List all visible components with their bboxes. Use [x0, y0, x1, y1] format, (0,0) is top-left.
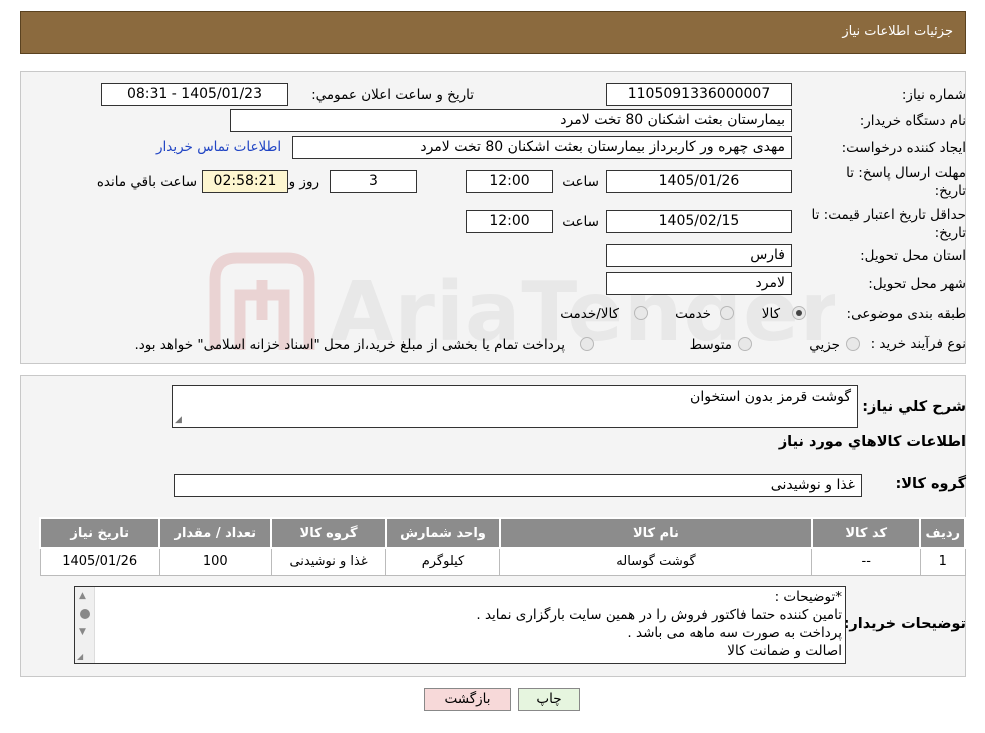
description-text: گوشت قرمز بدون استخوان — [690, 389, 851, 405]
page-title: جزئیات اطلاعات نیاز — [842, 24, 953, 39]
cell-row-number: 1 — [919, 547, 966, 576]
validity-time-field: 12:00 — [466, 210, 553, 233]
process-option-medium: متوسط — [689, 337, 732, 353]
notes-line: پرداخت به صورت سه ماهه می باشد . — [627, 625, 842, 641]
days-label: روز و — [288, 174, 319, 190]
resize-grip-icon[interactable]: ◢ — [175, 416, 182, 425]
goods-group-label: گروه کالا: — [895, 476, 966, 492]
col-goods-code: کد کالا — [810, 517, 922, 549]
table-row: 1 -- گوشت گوساله کیلوگرم غذا و نوشیدنی 1… — [39, 547, 966, 576]
deadline-label-cont: تاریخ: — [934, 183, 966, 199]
need-number-label: شماره نیاز: — [901, 87, 966, 103]
category-label: طبقه بندی موضوعی: — [846, 306, 966, 322]
col-goods-group: گروه کالا — [270, 517, 387, 549]
buyer-notes-scrollbar[interactable]: ▲ ▼ ◢ — [75, 587, 95, 663]
deadline-label: مهلت ارسال پاسخ: تا — [846, 165, 966, 181]
category-radio-service[interactable] — [720, 306, 734, 320]
col-need-date: تاريخ نياز — [38, 517, 161, 549]
creator-label: ايجاد کننده درخواست: — [841, 140, 966, 156]
scroll-up-arrow-icon[interactable]: ▲ — [79, 591, 86, 601]
category-radio-goods-service[interactable] — [634, 306, 648, 320]
notes-line: اصالت و ضمانت کالا — [727, 643, 842, 659]
buyer-org-label: نام دستگاه خريدار: — [859, 113, 966, 129]
province-label: استان محل تحويل: — [860, 248, 966, 264]
buyer-notes-textarea: ▲ ▼ ◢ *توضیحات : تامین کننده حتما فاکتور… — [74, 586, 846, 664]
remaining-label: ساعت باقي مانده — [96, 174, 197, 190]
buyer-org-field: بیمارستان بعثت اشکنان 80 تخت لامرد — [230, 109, 792, 132]
deadline-time-field: 12:00 — [466, 170, 553, 193]
process-radio-medium[interactable] — [738, 337, 752, 351]
col-quantity: تعداد / مقدار — [158, 517, 273, 549]
col-unit: واحد شمارش — [384, 517, 501, 549]
cell-goods-code: -- — [811, 547, 921, 576]
category-radio-goods[interactable] — [792, 306, 806, 320]
process-radio-minor[interactable] — [846, 337, 860, 351]
goods-table: رديف کد کالا نام کالا واحد شمارش گروه کا… — [38, 517, 966, 576]
cell-unit: کیلوگرم — [385, 547, 501, 576]
print-button[interactable]: چاپ — [518, 688, 580, 711]
city-label: شهر محل تحويل: — [868, 276, 966, 292]
scroll-thumb[interactable] — [80, 609, 90, 619]
description-textarea: گوشت قرمز بدون استخوان ◢ — [172, 385, 858, 428]
province-field: فارس — [606, 244, 792, 267]
notes-line: *توضیحات : — [774, 589, 842, 605]
validity-label: حداقل تاريخ اعتبار قيمت: تا — [811, 207, 966, 223]
buyer-notes-label: توضیحات خریدار: — [843, 616, 966, 632]
process-label: نوع فرآيند خريد : — [870, 336, 966, 352]
days-field: 3 — [330, 170, 417, 193]
city-field: لامرد — [606, 272, 792, 295]
process-treasury-note: پرداخت تمام یا بخشی از مبلغ خرید،از محل … — [134, 337, 565, 353]
goods-info-title: اطلاعات کالاهاي مورد نياز — [778, 434, 966, 450]
description-label: شرح کلي نياز: — [862, 399, 966, 415]
resize-grip-icon[interactable]: ◢ — [77, 652, 83, 661]
cell-goods-name: گوشت گوساله — [499, 547, 813, 576]
goods-group-field: غذا و نوشیدنی — [174, 474, 862, 497]
deadline-date-field: 1405/01/26 — [606, 170, 792, 193]
cell-need-date: 1405/01/26 — [39, 547, 160, 576]
category-option-goods-service: کالا/خدمت — [560, 306, 619, 322]
col-goods-name: نام کالا — [498, 517, 813, 549]
category-option-goods: کالا — [761, 306, 780, 322]
process-option-minor: جزيي — [809, 337, 840, 353]
col-row-number: رديف — [919, 517, 966, 549]
deadline-time-label: ساعت — [562, 174, 599, 190]
remaining-time-field: 02:58:21 — [202, 170, 288, 193]
cell-goods-group: غذا و نوشیدنی — [270, 547, 387, 576]
notes-line: تامین کننده حتما فاکتور فروش را در همین … — [476, 607, 842, 623]
validity-time-label: ساعت — [562, 214, 599, 230]
announce-label: تاریخ و ساعت اعلان عمومي: — [311, 87, 474, 103]
buyer-contact-link[interactable]: اطلاعات تماس خریدار — [156, 139, 281, 155]
process-radio-treasury[interactable] — [580, 337, 594, 351]
category-option-service: خدمت — [675, 306, 711, 322]
validity-label-cont: تاریخ: — [934, 225, 966, 241]
page-header: جزئیات اطلاعات نیاز — [20, 11, 966, 54]
back-button[interactable]: بازگشت — [424, 688, 511, 711]
announce-field: 1405/01/23 - 08:31 — [101, 83, 288, 106]
scroll-down-arrow-icon[interactable]: ▼ — [79, 627, 86, 637]
validity-date-field: 1405/02/15 — [606, 210, 792, 233]
cell-quantity: 100 — [158, 547, 272, 576]
need-number-field: 1105091336000007 — [606, 83, 792, 106]
creator-field: مهدی چهره ور کاربرداز بیمارستان بعثت اشک… — [292, 136, 792, 159]
goods-table-header: رديف کد کالا نام کالا واحد شمارش گروه کا… — [38, 517, 966, 549]
